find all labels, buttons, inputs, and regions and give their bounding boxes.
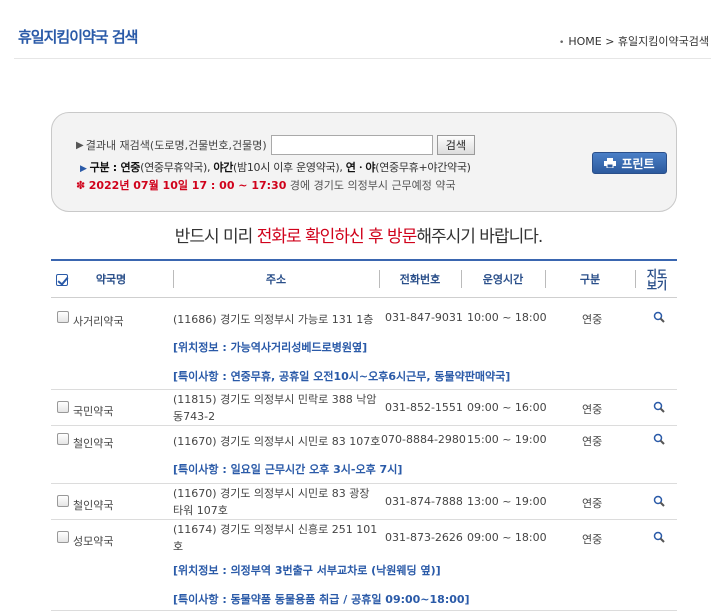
date-suffix: 경에 경기도 의정부시 근무예정 약국 [286,179,456,192]
pharmacy-phone: 031-852-1551 [385,401,463,414]
breadcrumb: • HOME > 휴일지킴이약국검색 [559,33,709,49]
search-row: ▶ 결과내 재검색(도로명,건물번호,건물명) 검색 [76,135,475,155]
pharmacy-hours: 10:00 ~ 18:00 [467,311,547,324]
breadcrumb-text[interactable]: HOME > 휴일지킴이약국검색 [568,35,709,48]
pharmacy-address: (11670) 경기도 의정부시 시민로 83 107호 [173,435,381,448]
pharmacy-hours: 09:00 ~ 18:00 [467,531,547,544]
pharmacy-name: 철인약국 [73,437,114,450]
pharmacy-phone: 070-8884-2980 [381,433,466,446]
row-checkbox[interactable] [57,401,69,413]
special-note: [특이사항 : 일요일 근무시간 오후 3시-오후 7시] [173,463,403,476]
location-info: [위치정보 : 가능역사거리성베드로병원옆] [173,341,368,354]
legend-both-desc: (연중무휴+야간약국) [375,161,471,174]
table-header: 약국명 주소 전화번호 운영시간 구분 지도 보기 [51,261,677,298]
legend-annual: 연중 [120,161,141,174]
pharmacy-address: (11670) 경기도 의정부시 시민로 83 광장타워 107호 [173,487,370,517]
pharmacy-phone: 031-874-7888 [385,495,463,508]
pharmacy-hours: 13:00 ~ 19:00 [467,495,547,508]
col-address: 주소 [265,273,287,286]
map-search-icon[interactable] [653,401,665,413]
legend-both: 연ㆍ야 [345,161,376,174]
notice-banner: 반드시 미리 전화로 확인하신 후 방문해주시기 바랍니다. [0,222,717,247]
col-hours: 운영시간 [482,273,524,286]
pharmacy-phone: 031-847-9031 [385,311,463,324]
special-note: [특이사항 : 동물약품 동물용품 취급 / 공휴일 09:00~18:00] [173,593,470,606]
legend-row: ▶ 구분 : 연중(연중무휴약국), 야간(밤10시 이후 운영약국), 연ㆍ야(… [80,159,471,175]
map-search-icon[interactable] [653,531,665,543]
row-divider [51,519,677,520]
triangle-right-icon: ▶ [80,164,87,174]
select-all-checkbox[interactable] [56,273,68,286]
print-label: 프린트 [621,156,655,171]
pharmacy-type: 연중 [582,533,603,546]
pharmacy-type: 연중 [582,403,603,416]
notice-post: 해주시기 바랍니다. [416,227,543,247]
legend-key: 구분 : [89,161,121,174]
date-text: 2022년 07월 10일 17 : 00 ~ 17:30 [88,179,287,192]
notice-pre: 반드시 미리 [174,227,257,247]
asterisk-icon: ✽ [76,179,86,192]
legend-night: 야간 [213,161,234,174]
map-search-icon[interactable] [653,311,665,323]
row-checkbox[interactable] [57,433,69,445]
legend-annual-desc: (연중무휴약국), [140,161,214,174]
pharmacy-address: (11815) 경기도 의정부시 민락로 388 낙암동743-2 [173,393,377,423]
bullet-icon: • [559,38,565,48]
title-divider [14,58,711,59]
col-type: 구분 [579,273,601,286]
row-divider [51,483,677,484]
pharmacy-name: 국민약국 [73,405,114,418]
legend-night-desc: (밤10시 이후 운영약국), [233,161,346,174]
triangle-right-icon: ▶ [76,139,84,151]
row-checkbox[interactable] [57,311,69,323]
search-input[interactable] [270,135,433,155]
col-name: 약국명 [95,273,127,286]
location-info: [위치정보 : 의정부역 3번출구 서부교차로 (낙원웨딩 옆)] [173,564,441,577]
pharmacy-address: (11686) 경기도 의정부시 가능로 131 1층 [173,313,374,326]
page-title: 휴일지킴이약국 검색 [18,28,138,46]
row-checkbox[interactable] [57,531,69,543]
pharmacy-address: (11674) 경기도 의정부시 신흥로 251 101호 [173,523,378,553]
col-map: 지도 보기 [646,267,668,292]
pharmacy-name: 사거리약국 [73,315,124,328]
pharmacy-hours: 09:00 ~ 16:00 [467,401,547,414]
col-divider [635,270,636,288]
date-row: ✽ 2022년 07월 10일 17 : 00 ~ 17:30 경에 경기도 의… [76,177,456,193]
col-phone: 전화번호 [399,273,441,286]
row-divider [51,425,677,426]
print-button[interactable]: 프린트 [592,152,667,174]
pharmacy-type: 연중 [582,313,603,326]
map-search-icon[interactable] [653,433,665,445]
row-divider [51,389,677,390]
pharmacy-name: 철인약국 [73,499,114,512]
search-label: 결과내 재검색(도로명,건물번호,건물명) [85,139,267,152]
notice-highlight: 전화로 확인하신 후 방문 [256,227,418,247]
search-button[interactable]: 검색 [436,135,475,155]
pharmacy-hours: 15:00 ~ 19:00 [467,433,547,446]
row-checkbox[interactable] [57,495,69,507]
special-note: [특이사항 : 연중무휴, 공휴일 오전10시~오후6시근무, 동물약판매약국] [173,370,511,383]
printer-icon [604,158,617,168]
pharmacy-phone: 031-873-2626 [385,531,463,544]
pharmacy-type: 연중 [582,497,603,510]
row-divider [51,610,677,611]
pharmacy-name: 성모약국 [73,535,114,548]
search-panel: ▶ 결과내 재검색(도로명,건물번호,건물명) 검색 ▶ 구분 : 연중(연중무휴… [51,112,677,212]
map-search-icon[interactable] [653,495,665,507]
pharmacy-type: 연중 [582,435,603,448]
select-all-cell [55,261,69,298]
